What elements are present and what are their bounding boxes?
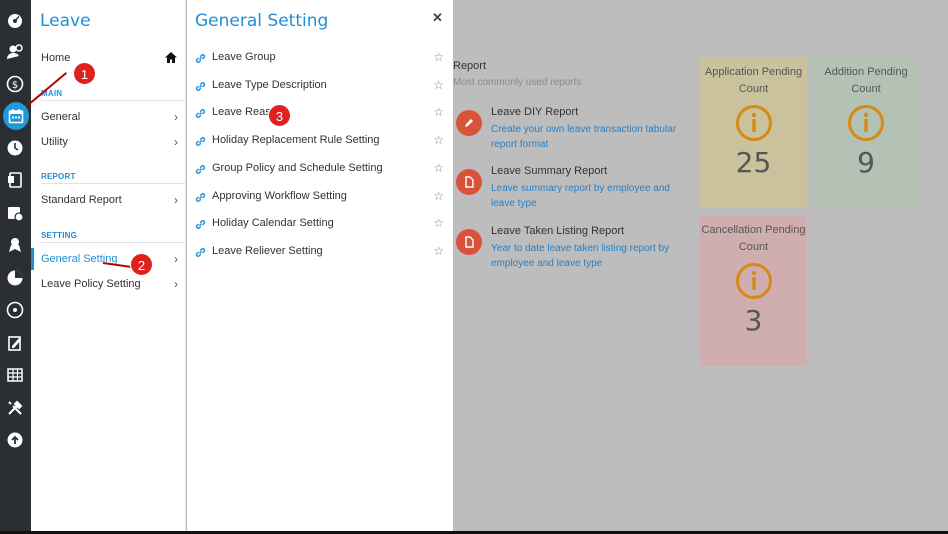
star-icon[interactable]: ☆: [433, 102, 444, 122]
report-subtitle: Most commonly used reports: [453, 77, 582, 88]
report-item-name[interactable]: Leave DIY Report: [491, 106, 578, 118]
link-icon: [195, 245, 206, 265]
report-item-name[interactable]: Leave Summary Report: [491, 165, 607, 177]
info-icon: [812, 104, 920, 142]
form-edit-icon[interactable]: [3, 331, 27, 355]
payroll-icon[interactable]: $: [3, 72, 27, 96]
step-badge: 1: [73, 62, 96, 85]
card-count: 9: [857, 146, 875, 179]
link-icon: [195, 162, 206, 182]
report-item-desc[interactable]: Leave summary report by employee and lea…: [491, 181, 686, 211]
file-icon: [456, 229, 482, 255]
link-icon: [195, 190, 206, 210]
section-divider: [41, 100, 186, 101]
nav-item-leave-policy-setting-label: Leave Policy Setting: [41, 278, 141, 290]
card-count: 3: [744, 304, 763, 337]
general-setting-item[interactable]: Leave Type Description ☆: [195, 75, 449, 95]
file-icon: [456, 169, 482, 195]
star-icon[interactable]: ☆: [433, 75, 444, 95]
nav-item-home[interactable]: Home: [31, 47, 186, 69]
general-setting-item-label: Leave Group: [212, 51, 276, 63]
card-count: 25: [735, 146, 772, 179]
section-divider: [41, 242, 186, 243]
general-setting-item-label: Leave Reliever Setting: [212, 245, 323, 257]
user-search-icon[interactable]: [3, 40, 27, 64]
section-label-report: REPORT: [41, 172, 76, 181]
tools-icon[interactable]: [3, 396, 27, 420]
general-setting-item[interactable]: Leave Group ☆: [195, 47, 449, 67]
general-setting-title: General Setting: [195, 11, 329, 31]
upload-icon[interactable]: [3, 428, 27, 452]
link-icon: [195, 134, 206, 154]
chevron-right-icon: ›: [174, 193, 178, 207]
pencil-icon: [456, 110, 482, 136]
nav-item-standard-report[interactable]: Standard Report ›: [31, 189, 186, 211]
icon-rail: $: [0, 0, 31, 534]
report-title: Report: [453, 60, 487, 72]
chevron-right-icon: ›: [174, 252, 178, 266]
timer-icon[interactable]: [3, 298, 27, 322]
svg-text:$: $: [12, 80, 18, 91]
link-icon: [195, 79, 206, 99]
general-setting-item[interactable]: Group Policy and Schedule Setting ☆: [195, 158, 449, 178]
section-divider: [41, 183, 186, 184]
home-icon: [164, 47, 178, 71]
nav-item-general-label: General: [41, 111, 81, 123]
nav-item-utility[interactable]: Utility ›: [31, 131, 186, 153]
general-setting-item-label: Group Policy and Schedule Setting: [212, 162, 383, 174]
general-setting-item-label: Approving Workflow Setting: [212, 190, 347, 202]
link-icon: [195, 51, 206, 71]
nav-item-general-setting[interactable]: General Setting ›: [31, 248, 186, 270]
chevron-right-icon: ›: [174, 110, 178, 124]
card-label: Cancellation Pending Count: [701, 224, 806, 253]
nav-item-leave-policy-setting[interactable]: Leave Policy Setting ›: [31, 273, 186, 295]
report-item-desc[interactable]: Year to date leave taken listing report …: [491, 241, 686, 271]
table-icon[interactable]: [3, 363, 27, 387]
step-badge: 3: [268, 104, 291, 127]
card-label: Application Pending Count: [704, 66, 803, 95]
star-icon[interactable]: ☆: [433, 213, 444, 233]
star-icon[interactable]: ☆: [433, 130, 444, 150]
close-icon[interactable]: ✕: [432, 10, 443, 26]
section-label-setting: SETTING: [41, 231, 78, 240]
pending-count-card[interactable]: Cancellation Pending Count 3: [700, 215, 807, 366]
info-icon: [700, 104, 807, 142]
general-setting-item[interactable]: Holiday Calendar Setting ☆: [195, 213, 449, 233]
star-icon[interactable]: ☆: [433, 47, 444, 67]
general-setting-item[interactable]: Approving Workflow Setting ☆: [195, 186, 449, 206]
nav-item-home-label: Home: [41, 52, 71, 64]
leave-calendar-icon[interactable]: [3, 102, 29, 130]
general-setting-item-label: Holiday Replacement Rule Setting: [212, 134, 380, 146]
star-icon[interactable]: ☆: [433, 186, 444, 206]
general-setting-item-label: Holiday Calendar Setting: [212, 217, 334, 229]
nav-item-general[interactable]: General ›: [31, 106, 186, 128]
general-setting-item[interactable]: Leave Reliever Setting ☆: [195, 241, 449, 261]
chevron-right-icon: ›: [174, 277, 178, 291]
info-icon: [700, 262, 807, 300]
pending-count-card[interactable]: Application Pending Count 25: [700, 57, 807, 208]
clock-icon[interactable]: [3, 136, 27, 160]
general-setting-item[interactable]: Leave Reason ☆: [195, 102, 449, 122]
chevron-right-icon: ›: [174, 135, 178, 149]
pending-count-card[interactable]: Addition Pending Count 9: [812, 57, 920, 208]
calendar-schedule-icon[interactable]: [3, 201, 27, 225]
general-setting-item[interactable]: Holiday Replacement Rule Setting ☆: [195, 130, 449, 150]
dashboard-icon[interactable]: [3, 8, 27, 32]
nav-item-standard-report-label: Standard Report: [41, 194, 122, 206]
star-icon[interactable]: ☆: [433, 158, 444, 178]
general-setting-item-label: Leave Type Description: [212, 79, 327, 91]
link-icon: [195, 217, 206, 237]
report-item-name[interactable]: Leave Taken Listing Report: [491, 225, 624, 237]
card-label: Addition Pending Count: [824, 66, 908, 95]
document-icon[interactable]: [3, 168, 27, 192]
leave-panel-title: Leave: [40, 11, 91, 31]
pie-chart-icon[interactable]: [3, 266, 27, 290]
nav-item-utility-label: Utility: [41, 136, 68, 148]
star-icon[interactable]: ☆: [433, 241, 444, 261]
step-badge: 2: [130, 253, 153, 276]
link-icon: [195, 106, 206, 126]
report-item-desc[interactable]: Create your own leave transaction tabula…: [491, 122, 686, 152]
award-icon[interactable]: [3, 233, 27, 257]
